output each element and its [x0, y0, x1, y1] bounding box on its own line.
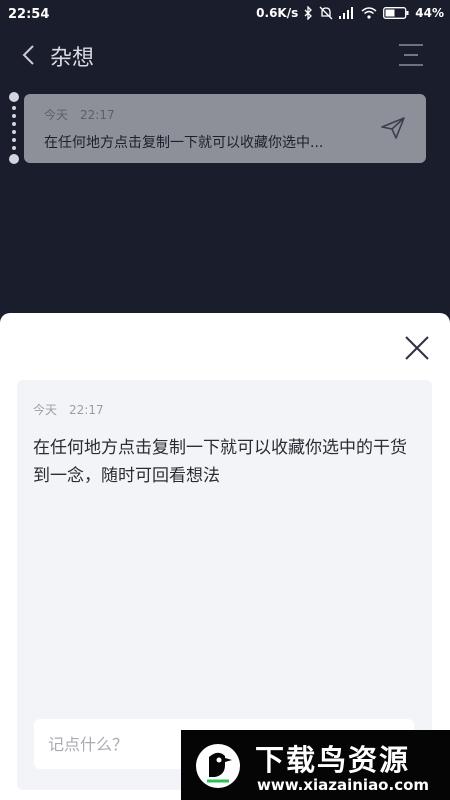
back-button[interactable] [18, 42, 42, 68]
note-detail-card: 今天 22:17 在任何地方点击复制一下就可以收藏你选中的干货到一念，随时可回看想… [17, 380, 432, 790]
timeline-dot [9, 154, 19, 164]
network-speed: 0.6K/s [256, 6, 299, 20]
note-time: 22:17 [80, 108, 115, 122]
chevron-left-icon [22, 45, 34, 65]
note-date: 今天 [44, 108, 69, 122]
menu-icon [399, 44, 423, 66]
battery-icon [383, 7, 409, 19]
detail-timestamp: 今天 22:17 [33, 401, 104, 418]
mute-icon [319, 6, 333, 20]
battery-percent: 44% [415, 6, 444, 20]
status-time: 22:54 [8, 7, 50, 22]
note-card[interactable]: 今天 22:17 在任何地方点击复制一下就可以收藏你选中... [24, 94, 426, 163]
app-header: 杂想 [0, 30, 450, 80]
close-icon [405, 336, 429, 360]
note-timestamp: 今天 22:17 [44, 106, 115, 123]
status-icons: 0.6K/s 44% [256, 6, 444, 20]
wifi-icon [361, 7, 377, 19]
menu-button[interactable] [398, 42, 424, 68]
detail-time: 22:17 [69, 403, 104, 417]
close-button[interactable] [404, 335, 430, 361]
send-icon [381, 117, 405, 139]
send-button[interactable] [380, 116, 406, 140]
watermark-url: www.xiazainiao.com [257, 776, 430, 794]
detail-text[interactable]: 在任何地方点击复制一下就可以收藏你选中的干货到一念，随时可回看想法 [33, 434, 418, 490]
note-text: 在任何地方点击复制一下就可以收藏你选中... [44, 135, 324, 151]
status-bar: 22:54 0.6K/s 44% [0, 0, 450, 30]
page-title: 杂想 [50, 46, 95, 71]
watermark: 下载鸟资源 www.xiazainiao.com [181, 730, 450, 800]
bird-logo-icon [195, 743, 241, 789]
signal-icon [339, 7, 355, 19]
bluetooth-icon [304, 6, 313, 20]
detail-date: 今天 [33, 403, 58, 417]
timeline-indicator [8, 92, 20, 164]
timeline-dot [9, 92, 19, 102]
bottom-sheet: 今天 22:17 在任何地方点击复制一下就可以收藏你选中的干货到一念，随时可回看想… [0, 313, 450, 800]
watermark-title: 下载鸟资源 [255, 743, 411, 777]
